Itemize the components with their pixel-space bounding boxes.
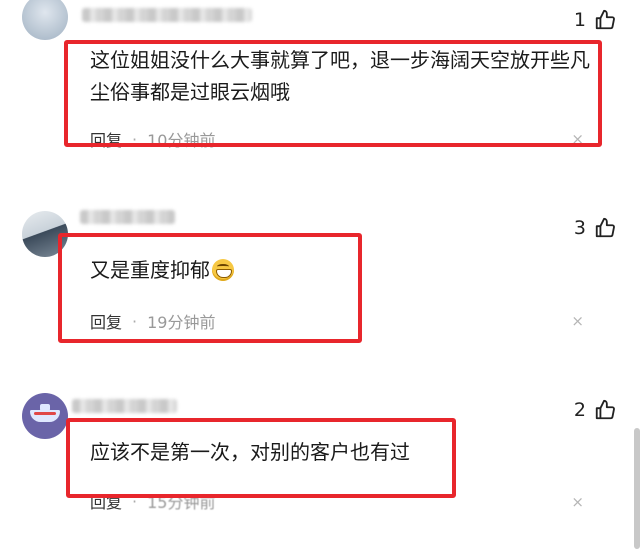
separator-dot: · <box>132 129 138 149</box>
avatar-ship-graphic <box>30 404 60 422</box>
username-redacted <box>80 210 175 224</box>
comment-item: 3 又是重度抑郁 回复 · 19分钟前 × <box>0 200 640 360</box>
comment-time: 15分钟前 <box>147 493 216 512</box>
comment-meta: 回复 · 19分钟前 <box>90 309 215 333</box>
reply-button[interactable]: 回复 <box>90 127 122 151</box>
comment-time: 19分钟前 <box>147 313 216 332</box>
scrollbar[interactable] <box>634 428 640 549</box>
reply-button[interactable]: 回复 <box>90 489 122 513</box>
comment-time: 10分钟前 <box>147 131 216 150</box>
username-redacted <box>82 8 252 22</box>
comment-text: 这位姐姐没什么大事就算了吧，退一步海阔天空放开些凡尘俗事都是过眼云烟哦 <box>90 48 590 104</box>
like-button[interactable]: 2 <box>574 399 616 421</box>
close-icon[interactable]: × <box>571 313 584 329</box>
like-button[interactable]: 1 <box>574 9 616 31</box>
thumbs-up-icon[interactable] <box>594 217 616 239</box>
comment-item: 1 这位姐姐没什么大事就算了吧，退一步海阔天空放开些凡尘俗事都是过眼云烟哦 回复… <box>0 0 640 170</box>
comment-text: 应该不是第一次，对别的客户也有过 <box>90 440 410 464</box>
separator-dot: · <box>132 491 138 511</box>
like-count: 2 <box>573 399 586 421</box>
comment-list: 1 这位姐姐没什么大事就算了吧，退一步海阔天空放开些凡尘俗事都是过眼云烟哦 回复… <box>0 0 640 549</box>
avatar[interactable] <box>22 0 68 40</box>
like-button[interactable]: 3 <box>574 217 616 239</box>
avatar[interactable] <box>22 211 68 257</box>
close-icon[interactable]: × <box>571 131 584 147</box>
avatar[interactable] <box>22 393 68 439</box>
like-count: 1 <box>573 9 586 31</box>
grinning-face-emoji-icon <box>212 259 234 281</box>
like-count: 3 <box>573 217 586 239</box>
thumbs-up-icon[interactable] <box>594 9 616 31</box>
separator-dot: · <box>132 311 138 331</box>
thumbs-up-icon[interactable] <box>594 399 616 421</box>
reply-button[interactable]: 回复 <box>90 309 122 333</box>
username-redacted <box>72 399 177 413</box>
comment-item: 2 应该不是第一次，对别的客户也有过 回复 · 15分钟前 × <box>0 385 640 549</box>
comment-meta: 回复 · 15分钟前 <box>90 489 215 513</box>
comment-text: 又是重度抑郁 <box>90 258 210 282</box>
comment-meta: 回复 · 10分钟前 <box>90 127 215 151</box>
close-icon[interactable]: × <box>571 494 584 510</box>
comment-body: 又是重度抑郁 <box>90 254 234 286</box>
